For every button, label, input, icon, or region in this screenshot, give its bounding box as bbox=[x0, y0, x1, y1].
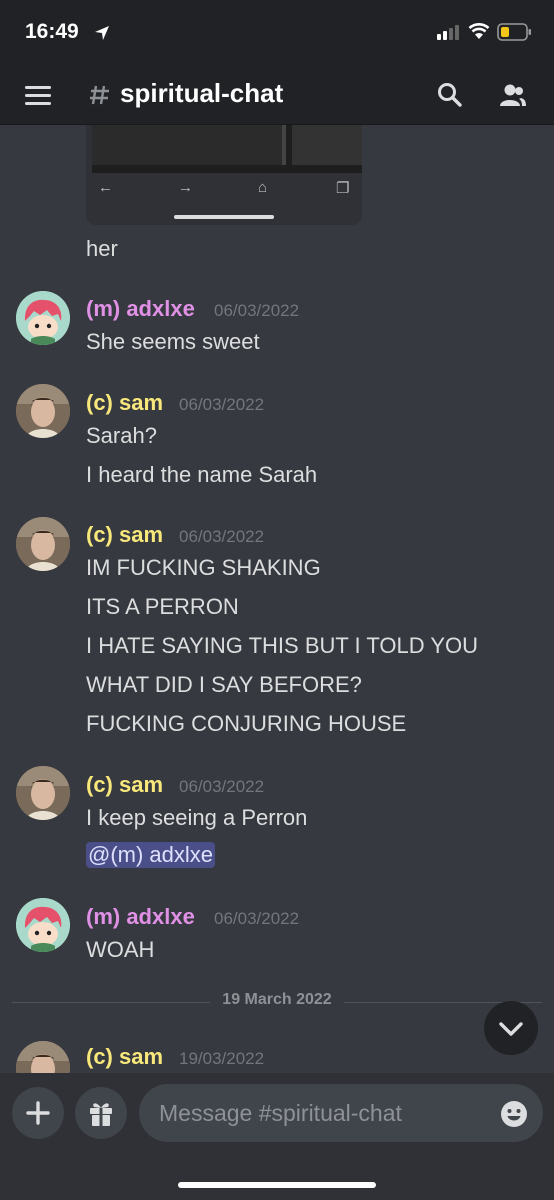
embed-image bbox=[92, 125, 362, 173]
tabs-icon: ❐ bbox=[336, 180, 350, 197]
home-icon: ⌂ bbox=[258, 179, 268, 196]
gift-button[interactable] bbox=[75, 1087, 127, 1139]
wifi-icon bbox=[468, 23, 490, 39]
message-text: I HATE SAYING THIS BUT I TOLD YOU bbox=[86, 633, 479, 658]
status-time: 16:49 bbox=[25, 20, 79, 43]
avatar[interactable] bbox=[16, 898, 70, 952]
emoji-icon[interactable] bbox=[500, 1100, 528, 1128]
avatar[interactable] bbox=[16, 291, 70, 345]
date-divider-label: 19 March 2022 bbox=[210, 991, 344, 1009]
message-author[interactable]: (c) sam bbox=[86, 772, 163, 798]
message-timestamp: 06/03/2022 bbox=[179, 777, 265, 796]
home-indicator bbox=[178, 1182, 376, 1188]
message-timestamp: 06/03/2022 bbox=[214, 301, 300, 320]
avatar[interactable] bbox=[16, 1041, 70, 1073]
message-text: her bbox=[86, 236, 118, 261]
message-author[interactable]: (c) sam bbox=[86, 522, 163, 548]
back-arrow-icon: ← bbox=[98, 179, 113, 196]
avatar[interactable] bbox=[16, 384, 70, 438]
message-text: ITS A PERRON bbox=[86, 594, 239, 619]
avatar[interactable] bbox=[16, 766, 70, 820]
chevron-down-icon bbox=[499, 1022, 523, 1036]
user-mention[interactable]: @(m) adxlxe bbox=[86, 842, 216, 868]
message-timestamp: 06/03/2022 bbox=[214, 909, 300, 928]
plus-icon bbox=[26, 1101, 50, 1125]
jump-to-latest-button[interactable] bbox=[484, 1001, 538, 1055]
message-text: WHAT DID I SAY BEFORE? bbox=[86, 672, 362, 697]
embed-browser-toolbar: ← → ⌂ ❐ bbox=[86, 177, 362, 199]
hamburger-menu-icon[interactable] bbox=[25, 85, 51, 105]
message-timestamp: 06/03/2022 bbox=[179, 527, 265, 546]
members-icon[interactable] bbox=[499, 82, 527, 108]
message-author[interactable]: (m) adxlxe bbox=[86, 296, 195, 322]
embed-home-indicator bbox=[174, 215, 274, 219]
search-icon[interactable] bbox=[437, 82, 463, 108]
avatar[interactable] bbox=[16, 517, 70, 571]
forward-arrow-icon: → bbox=[178, 179, 193, 196]
status-bar: 16:49 bbox=[0, 0, 554, 66]
browser-screenshot-embed[interactable]: ← → ⌂ ❐ bbox=[86, 125, 362, 225]
message-timestamp: 19/03/2022 bbox=[179, 1049, 265, 1068]
message-list[interactable]: ← → ⌂ ❐ her (m) adxlxe 06/03/2022 She se… bbox=[0, 125, 554, 1073]
message-text: WOAH bbox=[86, 937, 155, 962]
message-text: I keep seeing a Perron bbox=[86, 805, 308, 830]
battery-low-icon bbox=[497, 23, 531, 41]
channel-hash-icon bbox=[90, 85, 109, 105]
message-author[interactable]: (c) sam bbox=[86, 390, 163, 416]
message-text: I heard the name Sarah bbox=[86, 462, 318, 487]
cellular-signal-icon bbox=[437, 25, 459, 40]
gift-icon bbox=[90, 1103, 112, 1126]
channel-title: spiritual-chat bbox=[120, 78, 284, 108]
message-timestamp: 06/03/2022 bbox=[179, 395, 265, 414]
channel-header: spiritual-chat bbox=[0, 66, 554, 125]
attach-button[interactable] bbox=[12, 1087, 64, 1139]
message-input[interactable] bbox=[139, 1084, 543, 1142]
message-composer bbox=[0, 1073, 554, 1200]
message-text: She seems sweet bbox=[86, 329, 260, 354]
message-author[interactable]: (c) sam bbox=[86, 1044, 163, 1070]
message-text: FUCKING CONJURING HOUSE bbox=[86, 711, 407, 736]
message-text: Sarah? bbox=[86, 423, 157, 448]
location-arrow-icon bbox=[95, 26, 109, 40]
message-author[interactable]: (m) adxlxe bbox=[86, 904, 195, 930]
message-text: IM FUCKING SHAKING bbox=[86, 555, 321, 580]
